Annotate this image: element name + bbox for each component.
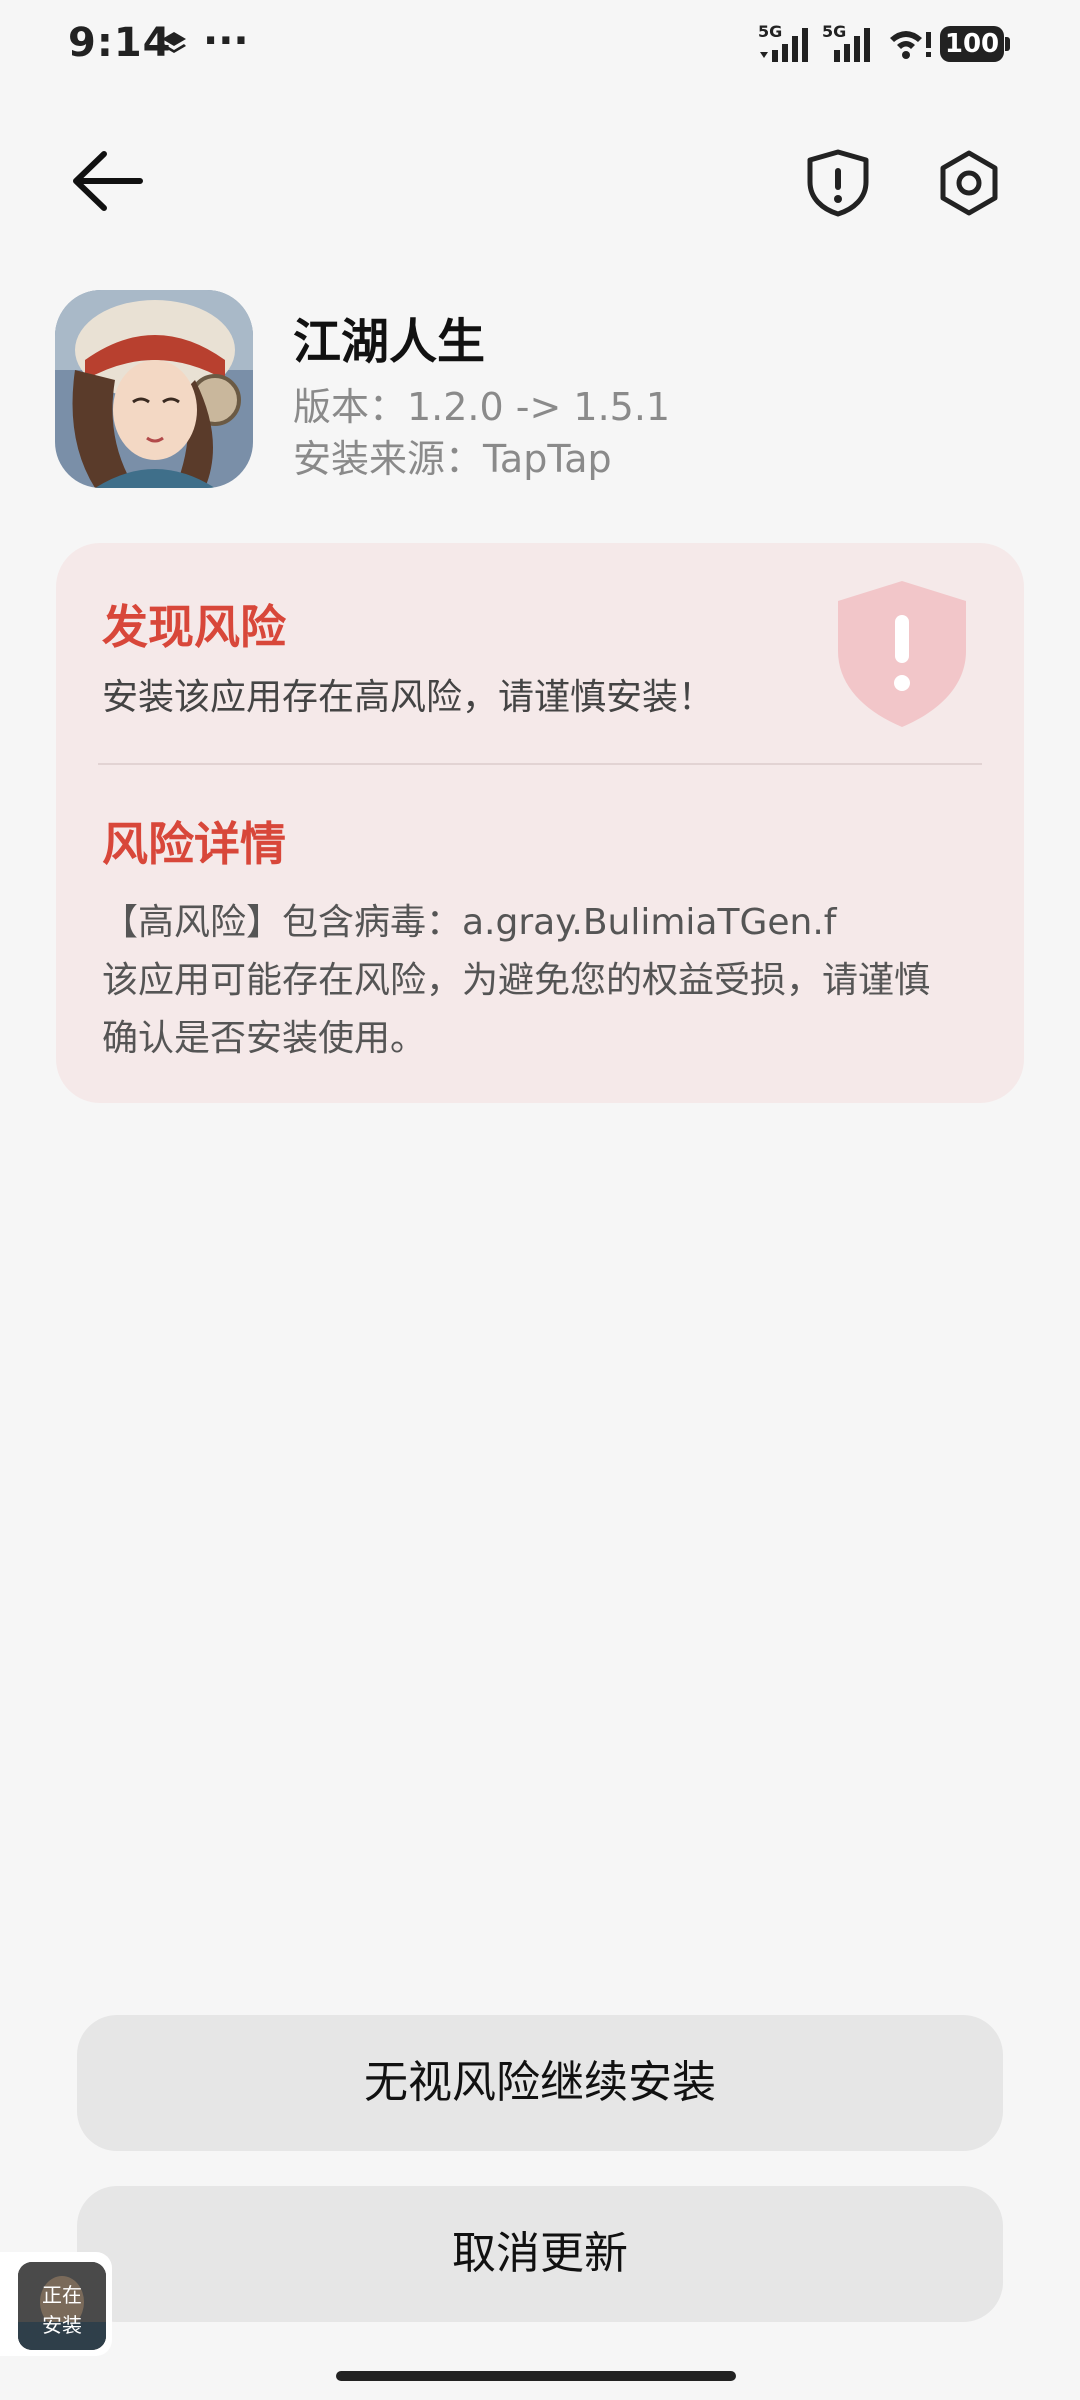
home-indicator[interactable] <box>336 2371 736 2381</box>
app-version: 版本：1.2.0 -> 1.5.1 <box>293 385 671 429</box>
installing-line-2: 安装 <box>42 2313 82 2337</box>
risk-detail-line-2: 该应用可能存在风险，为避免您的权益受损，请谨慎 <box>102 960 931 1001</box>
divider <box>98 763 982 765</box>
battery-indicator: 100 <box>940 26 1004 62</box>
risk-detail-line-3: 确认是否安装使用。 <box>102 1018 427 1059</box>
gear-icon <box>940 150 998 216</box>
app-icon <box>55 290 253 488</box>
battery-tip <box>1005 37 1010 51</box>
shield-alert-icon <box>807 149 869 217</box>
installing-status: 正在 安装 <box>18 2280 106 2340</box>
install-risk-page: 9:14 ··· 5G 5G 100 江湖人生 版本：1.2.0 -> 1.5.… <box>0 0 1080 2400</box>
status-time: 9:14 <box>68 20 172 66</box>
installing-floating-widget[interactable]: 正在 安装 <box>0 2252 112 2356</box>
risk-detail-line-1: 【高风险】包含病毒：a.gray.BulimiaTGen.f <box>102 902 837 943</box>
wifi-icon <box>888 26 934 66</box>
risk-card: 发现风险 安装该应用存在高风险，请谨慎安装！ 风险详情 【高风险】包含病毒：a.… <box>56 543 1024 1103</box>
signal-icon-2 <box>820 22 882 68</box>
installing-app-thumbnail: 正在 安装 <box>18 2262 106 2350</box>
security-check-button[interactable] <box>804 148 872 218</box>
back-arrow-icon <box>73 151 143 211</box>
cancel-update-button[interactable]: 取消更新 <box>77 2186 1003 2322</box>
installing-line-1: 正在 <box>42 2283 82 2307</box>
warning-shield-icon <box>836 581 968 731</box>
app-name: 江湖人生 <box>293 314 486 370</box>
risk-description: 安装该应用存在高风险，请谨慎安装！ <box>102 677 715 718</box>
install-source: 安装来源：TapTap <box>293 437 612 481</box>
back-button[interactable] <box>70 146 146 216</box>
risk-detail-title: 风险详情 <box>102 817 286 871</box>
settings-button[interactable] <box>934 148 1004 218</box>
status-bar: 9:14 ··· 5G 5G 100 <box>0 0 1080 90</box>
layers-icon <box>160 30 188 62</box>
risk-title: 发现风险 <box>102 600 286 654</box>
ignore-risk-continue-install-button[interactable]: 无视风险继续安装 <box>77 2015 1003 2151</box>
signal-icon-1 <box>758 22 818 68</box>
more-notifications-icon: ··· <box>203 18 249 64</box>
